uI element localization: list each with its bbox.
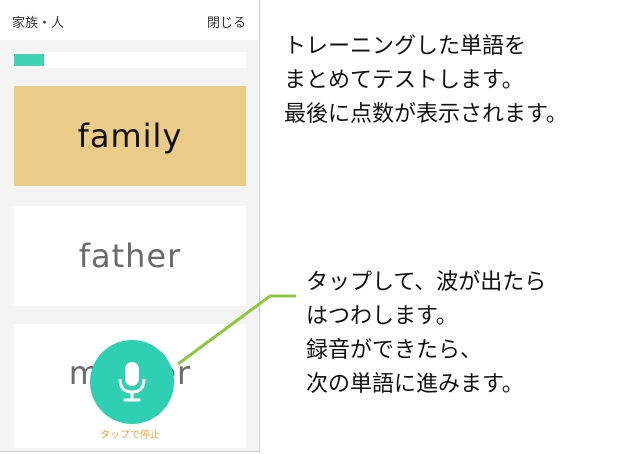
annotation-test-description: トレーニングした単語を まとめてテストします。 最後に点数が表示されます。 — [284, 34, 568, 127]
annotation-record-instructions: タップして、波が出たら はつわします。 録音ができたら、 次の単語に進みます。 — [306, 270, 547, 397]
category-title: 家族・人 — [12, 16, 65, 31]
current-word-text: family — [77, 117, 183, 155]
current-word-card: family — [14, 86, 246, 186]
microphone-icon — [118, 362, 146, 402]
progress-fill — [14, 54, 45, 66]
app-screen: 家族・人 閉じる family father mother タップで停止 — [0, 0, 260, 452]
word-card-text: father — [78, 237, 182, 275]
annotation-connector-line — [177, 294, 296, 366]
record-button-label: タップで停止 — [100, 430, 160, 441]
progress-bar — [14, 52, 246, 68]
close-button[interactable]: 閉じる — [207, 12, 246, 31]
header-bar: 家族・人 閉じる — [0, 0, 259, 40]
